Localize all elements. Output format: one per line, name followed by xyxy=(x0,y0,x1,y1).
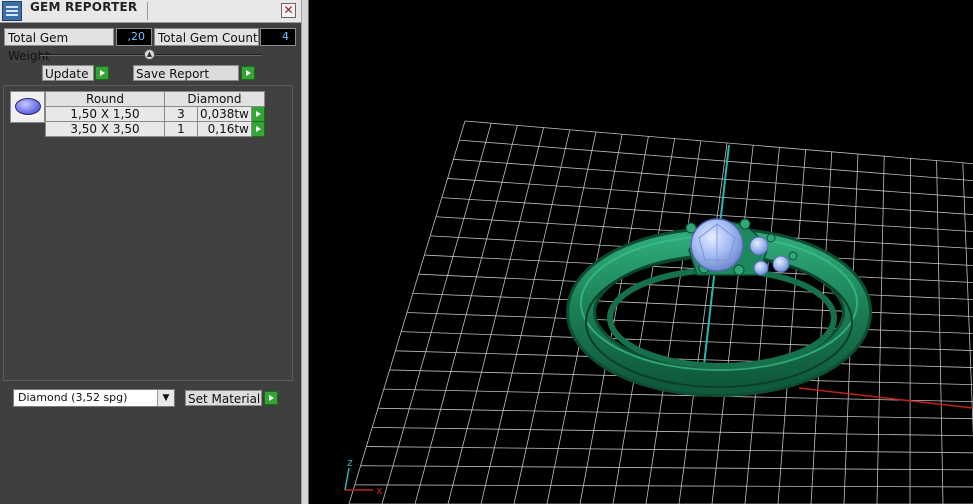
grid-line xyxy=(464,120,973,165)
table-header-row: Round Diamond xyxy=(45,91,265,107)
grid-line xyxy=(360,465,973,471)
close-icon[interactable]: ✕ xyxy=(281,3,296,18)
gem-reporter-panel: GEM REPORTER ✕ Total Gem Weight ,20 Tota… xyxy=(0,0,301,504)
slider-thumb[interactable]: ▲ xyxy=(144,49,155,60)
total-gem-count-label: Total Gem Count xyxy=(154,28,259,46)
row-play-icon[interactable] xyxy=(250,121,265,137)
total-gem-weight-value[interactable]: ,20 xyxy=(116,28,152,46)
axis-z-label: z xyxy=(347,456,353,469)
save-report-play-icon[interactable] xyxy=(241,66,255,80)
grid-line xyxy=(377,407,973,420)
title-separator xyxy=(147,2,148,20)
gem-table: Round Diamond 1,50 X 1,50 3 0,038tw 3,50… xyxy=(45,91,265,137)
dropdown-arrow-icon[interactable]: ▼ xyxy=(157,390,174,406)
set-material-button[interactable]: Set Material xyxy=(185,390,262,406)
grid-line xyxy=(447,178,973,215)
table-row[interactable]: 3,50 X 3,50 1 0,16tw xyxy=(45,121,265,137)
material-dropdown[interactable]: Diamond (3,52 spg) xyxy=(13,389,175,407)
perspective-grid xyxy=(348,120,973,504)
set-material-play-icon[interactable] xyxy=(264,391,278,405)
grid-line xyxy=(354,484,973,488)
panel-splitter[interactable] xyxy=(301,0,309,504)
grid-line xyxy=(459,139,973,182)
3d-viewport[interactable]: x z xyxy=(309,0,973,504)
header-material: Diamond xyxy=(164,91,265,107)
gem-size: 3,50 X 3,50 xyxy=(45,121,165,137)
save-report-button[interactable]: Save Report xyxy=(133,65,239,81)
row-play-icon[interactable] xyxy=(250,106,265,122)
gem-thumbnail-icon[interactable] xyxy=(10,91,45,123)
grid-line xyxy=(401,331,973,351)
grid-line xyxy=(372,427,973,437)
gem-count: 3 xyxy=(164,106,198,122)
axis-x-label: x xyxy=(376,484,383,497)
grid-line xyxy=(366,446,973,454)
app-icon xyxy=(2,1,22,21)
grid-line xyxy=(453,158,973,198)
axis-gizmo: x z xyxy=(344,456,383,497)
total-gem-weight-label: Total Gem Weight xyxy=(4,28,114,63)
viewport-canvas[interactable]: x z xyxy=(309,0,973,504)
gem-center-stone[interactable] xyxy=(690,218,744,272)
grid-line xyxy=(412,292,973,317)
gem-weight: 0,16tw xyxy=(197,121,252,137)
x-axis-line xyxy=(798,387,973,409)
gem-weight: 0,038tw xyxy=(197,106,252,122)
title-bar: GEM REPORTER ✕ xyxy=(0,0,301,23)
gem-size: 1,50 X 1,50 xyxy=(45,106,165,122)
gem-count: 1 xyxy=(164,121,198,137)
update-play-icon[interactable] xyxy=(95,66,109,80)
table-row[interactable]: 1,50 X 1,50 3 0,038tw xyxy=(45,106,265,122)
update-button[interactable]: Update xyxy=(42,65,94,81)
window-title: GEM REPORTER xyxy=(30,0,138,14)
header-shape: Round xyxy=(45,91,165,107)
total-gem-count-value[interactable]: 4 xyxy=(260,28,296,46)
